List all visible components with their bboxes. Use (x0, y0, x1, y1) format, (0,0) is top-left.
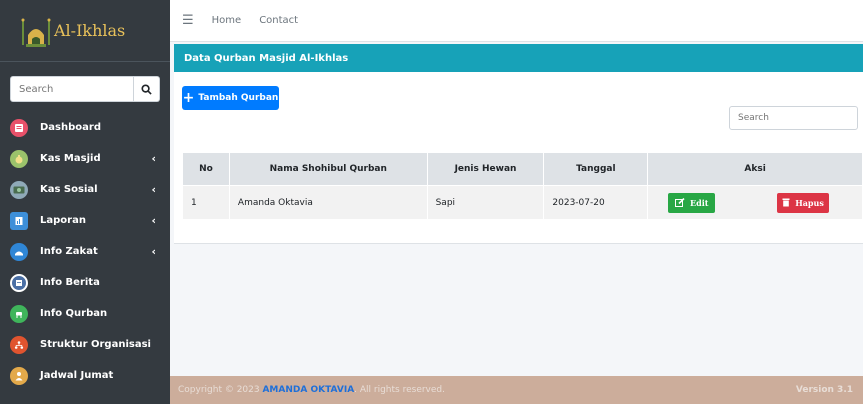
news-icon (10, 273, 28, 292)
column-header-aksi: Aksi (647, 152, 863, 186)
edit-button[interactable]: Edit (668, 192, 716, 213)
sidebar-item-label: Info Zakat (40, 246, 98, 257)
sidebar-item-label: Jadwal Jumat (40, 370, 114, 381)
cell-nama: Amanda Oktavia (228, 185, 428, 220)
cell-aksi: Edit Hapus (647, 185, 863, 220)
sidebar-item-dashboard[interactable]: Dashboard (0, 112, 170, 143)
search-icon (141, 83, 152, 95)
sidebar-search (10, 76, 160, 102)
brand-name: Al-Ikhlas (54, 21, 126, 40)
column-header-tanggal: Tanggal (543, 152, 649, 186)
sidebar-item-info-zakat[interactable]: Info Zakat ‹ (0, 236, 170, 267)
sidebar-item-label: Struktur Organisasi (40, 339, 151, 350)
sidebar-item-kas-masjid[interactable]: Kas Masjid ‹ (0, 143, 170, 174)
person-icon (10, 366, 28, 385)
version-text: Version 3.1 (795, 385, 853, 395)
column-header-jenis: Jenis Hewan (426, 152, 545, 186)
sidebar-item-info-berita[interactable]: Info Berita (0, 267, 170, 298)
sidebar-item-laporan[interactable]: Laporan ‹ (0, 205, 170, 236)
copyright-author-link[interactable]: AMANDA OKTAVIA (262, 385, 354, 395)
copyright-text: Copyright © 2023 AMANDA OKTAVIA. All rig… (178, 385, 445, 395)
dashboard-icon (10, 118, 28, 137)
sidebar: Al-Ikhlas Dashboard Kas Masjid ‹ (0, 0, 170, 404)
sidebar-item-struktur-organisasi[interactable]: Struktur Organisasi (0, 329, 170, 360)
plus-icon: + (182, 90, 195, 106)
sidebar-item-label: Laporan (40, 215, 86, 226)
zakat-icon (10, 242, 28, 261)
table-search-input[interactable] (729, 106, 858, 130)
sidebar-item-label: Kas Sosial (40, 184, 98, 195)
cash-icon (10, 180, 28, 199)
card-title: Data Qurban Masjid Al-Ikhlas (174, 44, 863, 72)
qurban-table: No Nama Shohibul Qurban Jenis Hewan Tang… (182, 152, 863, 220)
chevron-left-icon: ‹ (151, 183, 156, 196)
nav-link-home[interactable]: Home (212, 15, 242, 26)
sidebar-item-label: Dashboard (40, 122, 101, 133)
sidebar-nav: Dashboard Kas Masjid ‹ Kas Sosial ‹ Lapo… (0, 112, 170, 391)
table-row: 1 Amanda Oktavia Sapi 2023-07-20 Edit Ha… (182, 185, 863, 220)
goat-icon (10, 304, 28, 323)
delete-label: Hapus (795, 197, 824, 208)
cell-no: 1 (182, 185, 230, 220)
top-navbar: ☰ Home Contact (170, 0, 863, 42)
chevron-left-icon: ‹ (151, 214, 156, 227)
add-qurban-button[interactable]: + Tambah Qurban (182, 86, 279, 110)
delete-button[interactable]: Hapus (777, 192, 830, 213)
edit-label: Edit (690, 197, 709, 208)
trash-icon (782, 198, 790, 207)
add-qurban-label: Tambah Qurban (198, 93, 279, 103)
nav-link-contact[interactable]: Contact (259, 15, 298, 26)
sidebar-item-label: Info Qurban (40, 308, 108, 319)
footer: Copyright © 2023 AMANDA OKTAVIA. All rig… (170, 376, 863, 404)
sidebar-item-label: Kas Masjid (40, 153, 101, 164)
column-header-no: No (182, 152, 230, 186)
mosque-logo-icon (18, 11, 58, 51)
sidebar-item-info-qurban[interactable]: Info Qurban (0, 298, 170, 329)
report-icon (10, 211, 28, 230)
sidebar-search-input[interactable] (10, 76, 134, 102)
cell-tanggal: 2023-07-20 (543, 185, 649, 220)
org-chart-icon (10, 335, 28, 354)
chevron-left-icon: ‹ (151, 152, 156, 165)
money-bag-icon (10, 149, 28, 168)
chevron-left-icon: ‹ (151, 245, 156, 258)
brand-link[interactable]: Al-Ikhlas (0, 0, 170, 62)
table-header-row: No Nama Shohibul Qurban Jenis Hewan Tang… (182, 152, 863, 186)
edit-icon (675, 198, 685, 207)
sidebar-item-kas-sosial[interactable]: Kas Sosial ‹ (0, 174, 170, 205)
card-body: + Tambah Qurban No Nama Shohibul Qurban … (174, 72, 863, 244)
copyright-prefix: Copyright © 2023 (178, 385, 263, 395)
cell-jenis: Sapi (426, 185, 545, 220)
sidebar-item-jadwal-jumat[interactable]: Jadwal Jumat (0, 360, 170, 391)
hamburger-menu-icon[interactable]: ☰ (182, 13, 194, 28)
sidebar-search-button[interactable] (134, 76, 160, 102)
sidebar-item-label: Info Berita (40, 277, 100, 288)
copyright-suffix: . All rights reserved. (354, 385, 445, 395)
column-header-nama: Nama Shohibul Qurban (228, 152, 428, 186)
